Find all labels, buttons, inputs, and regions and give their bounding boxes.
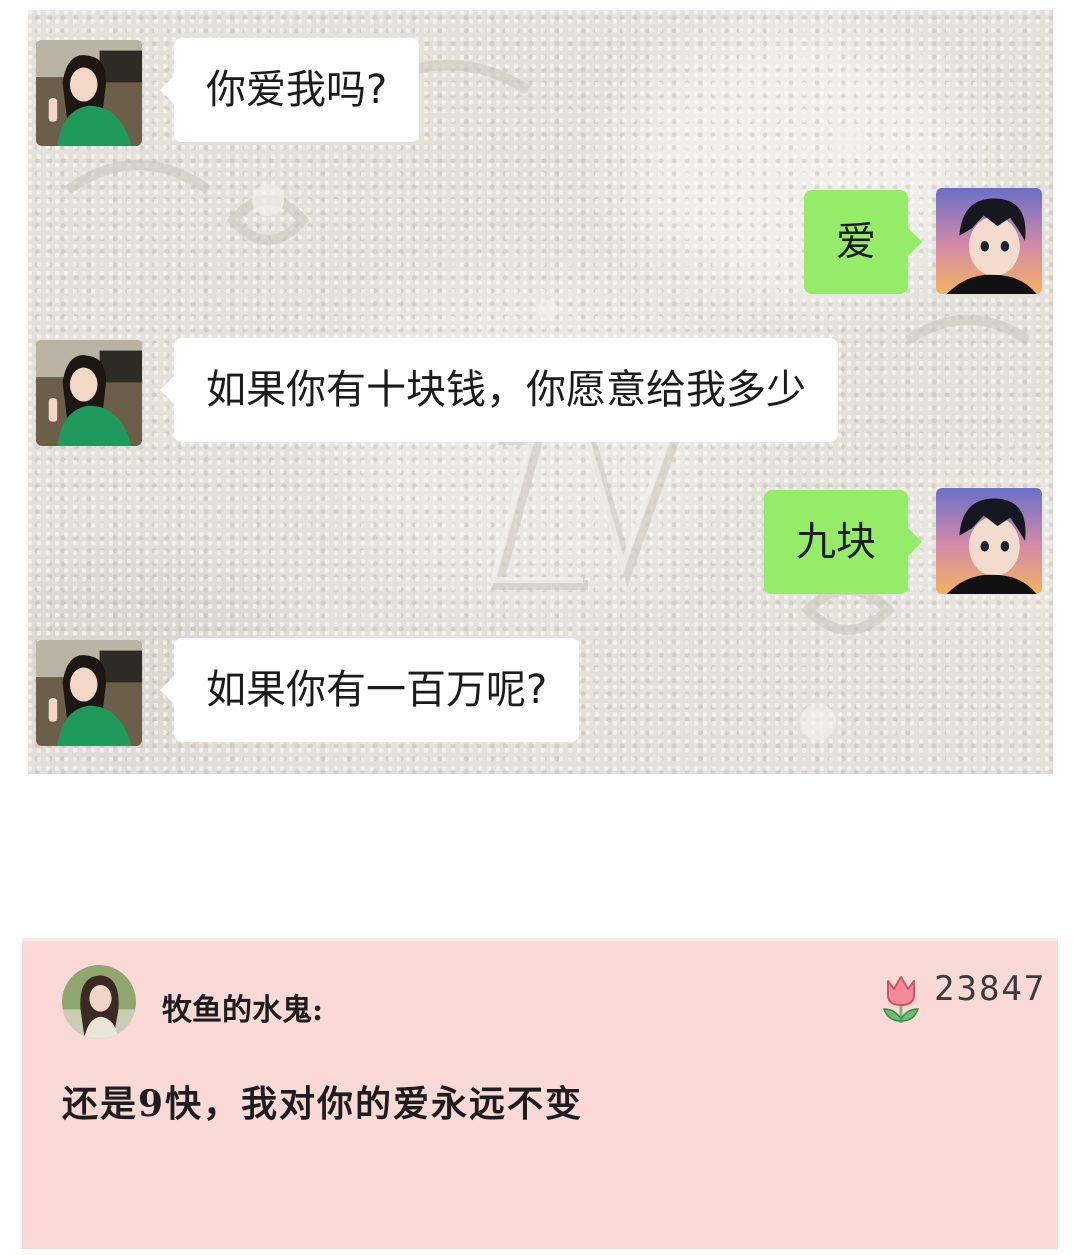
message-bubble[interactable]: 如果你有十块钱，你愿意给我多少	[160, 338, 838, 442]
boy-avatar[interactable]	[936, 488, 1042, 594]
comment-card: 牧鱼的水鬼: 23847 还是9快，我对你的爱永远不变	[22, 938, 1058, 1249]
commenter-name[interactable]: 牧鱼的水鬼:	[162, 985, 323, 1029]
message-text: 爱	[836, 219, 876, 265]
message-text: 如果你有十块钱，你愿意给我多少	[206, 367, 806, 413]
message-bubble[interactable]: 如果你有一百万呢?	[159, 638, 580, 742]
boy-avatar[interactable]	[936, 188, 1042, 294]
comment-text: 还是9快，我对你的爱永远不变	[62, 1083, 584, 1125]
girl-avatar[interactable]	[36, 340, 142, 446]
message-bubble[interactable]: 爱	[804, 190, 922, 294]
message-text: 如果你有一百万呢?	[206, 667, 548, 713]
chat-screenshot: 你爱我吗? 爱 如果你有十块钱，你愿意给我多少 九块 如果你有一百万呢?	[28, 10, 1053, 774]
girl-avatar[interactable]	[36, 40, 142, 146]
message-text: 九块	[796, 519, 876, 565]
commenter-avatar[interactable]	[62, 965, 136, 1039]
tulip-icon	[882, 976, 920, 1023]
like-count: 23847	[934, 969, 1047, 1009]
message-bubble[interactable]: 九块	[764, 490, 922, 594]
like-button[interactable]: 23847	[878, 969, 1046, 1029]
message-bubble[interactable]: 你爱我吗?	[159, 38, 420, 142]
girl-avatar[interactable]	[36, 640, 142, 746]
message-text: 你爱我吗?	[206, 67, 388, 113]
